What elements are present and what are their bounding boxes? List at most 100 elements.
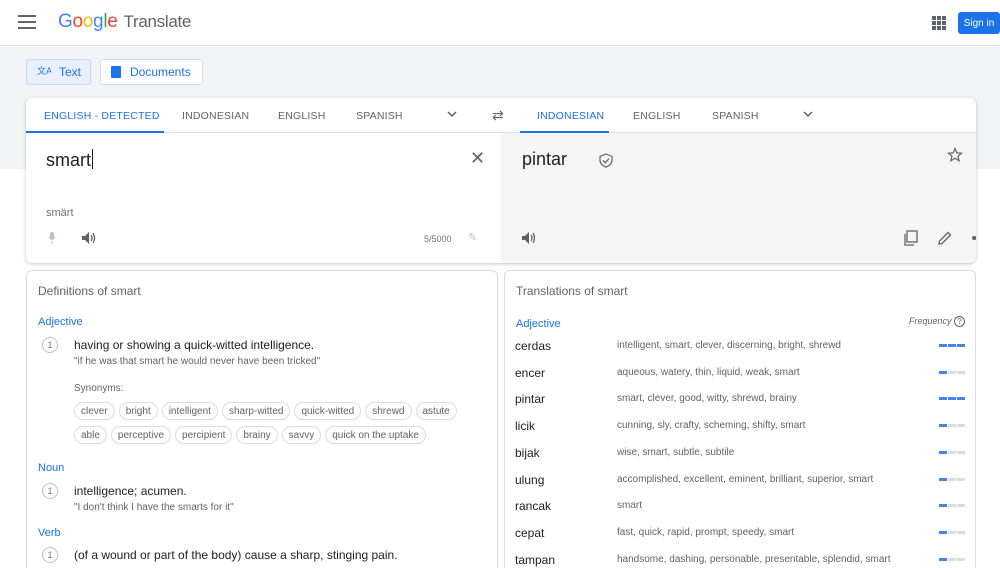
frequency-bar-segment (939, 530, 947, 534)
adjective-label: Adjective (38, 316, 83, 328)
frequency-bar-segment (957, 504, 965, 508)
source-lang-chevron-down-icon[interactable] (447, 109, 457, 119)
frequency-bar-segment (939, 477, 947, 481)
main-menu-icon[interactable] (18, 15, 36, 29)
copy-icon[interactable] (903, 230, 919, 246)
edit-translation-icon[interactable] (937, 230, 953, 246)
definition-number: 1 (42, 483, 58, 499)
source-lang-detected[interactable]: ENGLISH - DETECTED (44, 110, 160, 122)
save-translation-star-icon[interactable] (947, 147, 963, 163)
translation-word[interactable]: cepat (515, 526, 544, 540)
translation-row[interactable]: licik cunning, sly, crafty, scheming, shi… (515, 419, 965, 439)
synonym-chip[interactable]: intelligent (161, 402, 218, 420)
frequency-bar-segment (957, 450, 965, 454)
translation-row[interactable]: tampan handsome, dashing, personable, pre… (515, 553, 965, 568)
synonym-chip[interactable]: able (74, 426, 107, 444)
translation-word[interactable]: rancak (515, 499, 551, 513)
target-lang-english[interactable]: ENGLISH (633, 110, 681, 122)
translation-word[interactable]: cerdas (515, 339, 551, 353)
translation-word[interactable]: ulung (515, 473, 544, 487)
frequency-bar-segment (939, 344, 947, 347)
target-listen-icon[interactable] (522, 232, 536, 244)
synonym-chip[interactable]: perceptive (110, 426, 172, 444)
synonym-chip[interactable]: brainy (236, 426, 278, 444)
translation-synonyms: intelligent, smart, clever, discerning, … (617, 340, 841, 351)
source-pane[interactable]: smart ✕ smärt 5/5000 ✎ (26, 133, 501, 263)
google-apps-icon[interactable] (932, 16, 946, 30)
verb-definition: (of a wound or part of the body) cause a… (74, 548, 398, 562)
translation-row[interactable]: encer aqueous, watery, thin, liquid, weak… (515, 366, 965, 386)
translation-row[interactable]: ulung accomplished, excellent, eminent, b… (515, 473, 965, 493)
frequency-bar-segment (957, 557, 965, 561)
microphone-icon[interactable] (48, 232, 56, 244)
synonym-chip[interactable]: bright (118, 402, 158, 420)
translation-synonyms: accomplished, excellent, eminent, brilli… (617, 473, 874, 485)
translation-synonyms: smart (617, 500, 642, 512)
definitions-panel: Definitions of smart Adjective 1 having … (26, 270, 498, 568)
synonym-chip[interactable]: sharp-witted (221, 402, 291, 420)
synonym-chip[interactable]: quick-witted (294, 402, 362, 420)
text-mode-label: Text (59, 65, 82, 79)
translation-row[interactable]: cerdas intelligent, smart, clever, discer… (515, 339, 965, 359)
verified-translation-icon[interactable] (599, 153, 613, 168)
translation-synonyms: wise, smart, subtle, subtile (617, 446, 735, 458)
source-lang-spanish[interactable]: SPANISH (356, 110, 403, 122)
documents-mode-label: Documents (130, 65, 191, 79)
synonyms-row: clever bright intelligent sharp-witted q… (74, 402, 457, 420)
target-lang-spanish[interactable]: SPANISH (712, 110, 759, 122)
frequency-bar-segment (939, 557, 947, 561)
noun-definition: intelligence; acumen. (74, 484, 187, 498)
frequency-bar-segment (948, 504, 956, 508)
frequency-bar-segment (957, 424, 965, 428)
translation-word[interactable]: tampan (515, 553, 555, 567)
frequency-bar-segment (957, 477, 965, 481)
frequency-bar-segment (957, 344, 965, 347)
translation-row[interactable]: rancak smart (515, 499, 965, 519)
frequency-bar-segment (939, 424, 947, 428)
synonym-chip[interactable]: astute (415, 402, 457, 420)
frequency-bar-segment (948, 370, 956, 374)
share-icon[interactable] (970, 230, 976, 246)
synonym-chip[interactable]: savvy (281, 426, 322, 444)
frequency-bar-segment (948, 450, 956, 454)
translate-card: ENGLISH - DETECTED INDONESIAN ENGLISH SP… (26, 98, 976, 263)
clear-text-icon[interactable]: ✕ (470, 148, 485, 169)
translation-word[interactable]: pintar (515, 392, 545, 406)
translation-word[interactable]: licik (515, 419, 535, 433)
translation-row[interactable]: pintar smart, clever, good, witty, shrewd… (515, 392, 965, 412)
edit-source-icon[interactable]: ✎ (468, 231, 477, 244)
translation-row[interactable]: bijak wise, smart, subtle, subtile (515, 446, 965, 466)
translation-word[interactable]: bijak (515, 446, 540, 460)
frequency-bars (939, 504, 965, 508)
synonym-chip[interactable]: clever (74, 402, 115, 420)
translation-synonyms: aqueous, watery, thin, liquid, weak, sma… (617, 366, 800, 378)
swap-languages-icon[interactable]: ⇄ (492, 107, 504, 124)
translation-synonyms: fast, quick, rapid, prompt, speedy, smar… (617, 526, 795, 538)
target-lang-chevron-down-icon[interactable] (803, 109, 813, 119)
target-lang-indonesian[interactable]: INDONESIAN (537, 110, 604, 122)
sign-in-button[interactable]: Sign in (958, 12, 1000, 34)
source-input[interactable]: smart (46, 149, 93, 171)
frequency-bar-segment (957, 397, 965, 401)
translation-synonyms: handsome, dashing, personable, presentab… (617, 553, 891, 565)
synonym-chip[interactable]: quick on the uptake (325, 426, 426, 444)
frequency-bar-segment (948, 344, 956, 347)
translation-word[interactable]: encer (515, 366, 545, 380)
text-mode-button[interactable]: 文A Text (26, 59, 91, 85)
source-lang-english[interactable]: ENGLISH (278, 110, 326, 122)
translation-synonyms: cunning, sly, crafty, scheming, shifty, … (617, 420, 806, 432)
documents-mode-button[interactable]: Documents (100, 59, 203, 85)
source-lang-indonesian[interactable]: INDONESIAN (182, 110, 249, 122)
frequency-bar-segment (957, 370, 965, 374)
language-bar: ENGLISH - DETECTED INDONESIAN ENGLISH SP… (26, 98, 976, 133)
translation-row[interactable]: cepat fast, quick, rapid, prompt, speedy,… (515, 526, 965, 546)
synonym-chip[interactable]: percipient (175, 426, 233, 444)
source-listen-icon[interactable] (82, 232, 96, 244)
frequency-bars (939, 397, 965, 401)
synonym-chip[interactable]: shrewd (365, 402, 412, 420)
frequency-bar-segment (939, 504, 947, 508)
definitions-title: Definitions of smart (38, 284, 141, 298)
help-icon[interactable]: ? (954, 316, 965, 327)
google-translate-logo[interactable]: Google Translate (58, 11, 191, 33)
frequency-bars (939, 424, 965, 428)
